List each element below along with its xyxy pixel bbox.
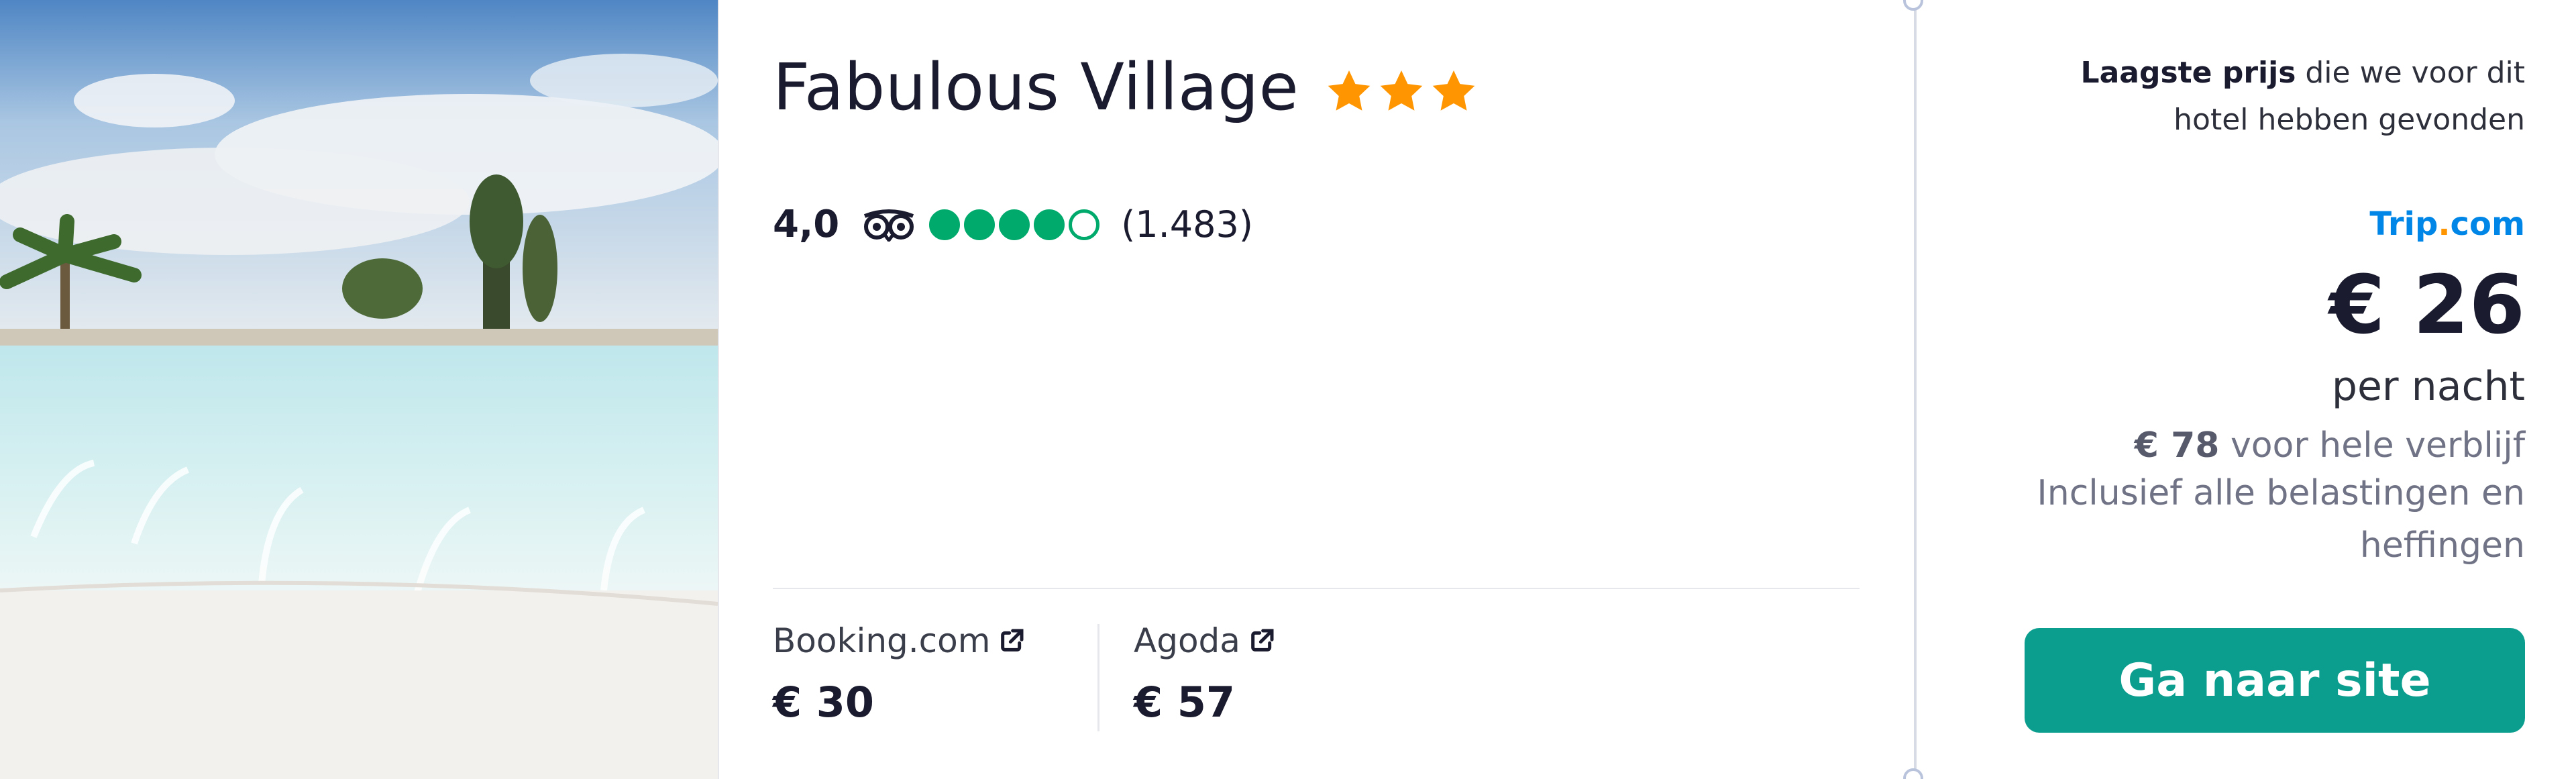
star-icon [1432, 70, 1475, 111]
per-night-label: per nacht [2331, 363, 2525, 410]
external-link-icon [1251, 629, 1274, 652]
bubble-filled [1034, 209, 1065, 240]
title-row: Fabulous Village [773, 55, 1481, 119]
external-link-icon [1001, 629, 1024, 652]
star-rating [1324, 68, 1481, 115]
offer-price: € 30 [773, 678, 875, 727]
lowest-price-text-2: hotel hebben gevonden [2174, 103, 2525, 137]
review-count[interactable]: (1.483) [1121, 207, 1253, 243]
hotel-card[interactable]: Fabulous Village 4,0 (1.483) Booking.com… [0, 0, 2576, 779]
bubble-filled [964, 209, 996, 240]
provider-name: Agoda [1134, 621, 1240, 660]
hotel-photo[interactable] [0, 0, 718, 779]
offer-price: € 57 [1134, 678, 1236, 727]
hotel-name[interactable]: Fabulous Village [773, 55, 1299, 119]
best-price: € 26 [2328, 259, 2525, 352]
offer-separator [1097, 624, 1099, 731]
lowest-price-text: die we voor dit [2296, 56, 2525, 90]
bubble-filled [929, 209, 961, 240]
offer-provider: Booking.com [773, 624, 1025, 658]
offer-agoda[interactable]: Agoda € 57 [1134, 624, 1275, 723]
rating-value: 4,0 [773, 203, 840, 246]
star-icon [1380, 70, 1423, 111]
bubble-rating [929, 209, 1104, 240]
bubble-filled [999, 209, 1030, 240]
divider [773, 588, 1860, 589]
go-to-site-button[interactable]: Ga naar site [2025, 628, 2525, 733]
taxes-note: Inclusief alle belastingen en heffingen [2037, 473, 2525, 566]
offer-provider: Agoda [1134, 624, 1275, 658]
separator-dot [1903, 768, 1923, 779]
offer-booking[interactable]: Booking.com € 30 [773, 624, 1025, 723]
lowest-price-label: Laagste prijs [2080, 56, 2296, 90]
review-rating[interactable]: 4,0 (1.483) [773, 206, 1253, 244]
best-price-panel: Laagste prijs die we voor dit hotel hebb… [1921, 50, 2525, 572]
bubble-empty [1069, 209, 1100, 240]
provider-name: Booking.com [773, 621, 991, 660]
photo-border [718, 0, 719, 779]
provider-logo: Trip.com [2369, 205, 2525, 243]
total-price: € 78 voor hele verblijf [2134, 425, 2525, 466]
star-icon [1328, 70, 1371, 111]
separator-dot [1903, 0, 1923, 11]
tripadvisor-owl-icon [864, 209, 914, 242]
panel-separator [1914, 0, 1917, 779]
lowest-price-note: Laagste prijs die we voor dit hotel hebb… [1921, 50, 2525, 144]
pool-image [0, 0, 718, 779]
